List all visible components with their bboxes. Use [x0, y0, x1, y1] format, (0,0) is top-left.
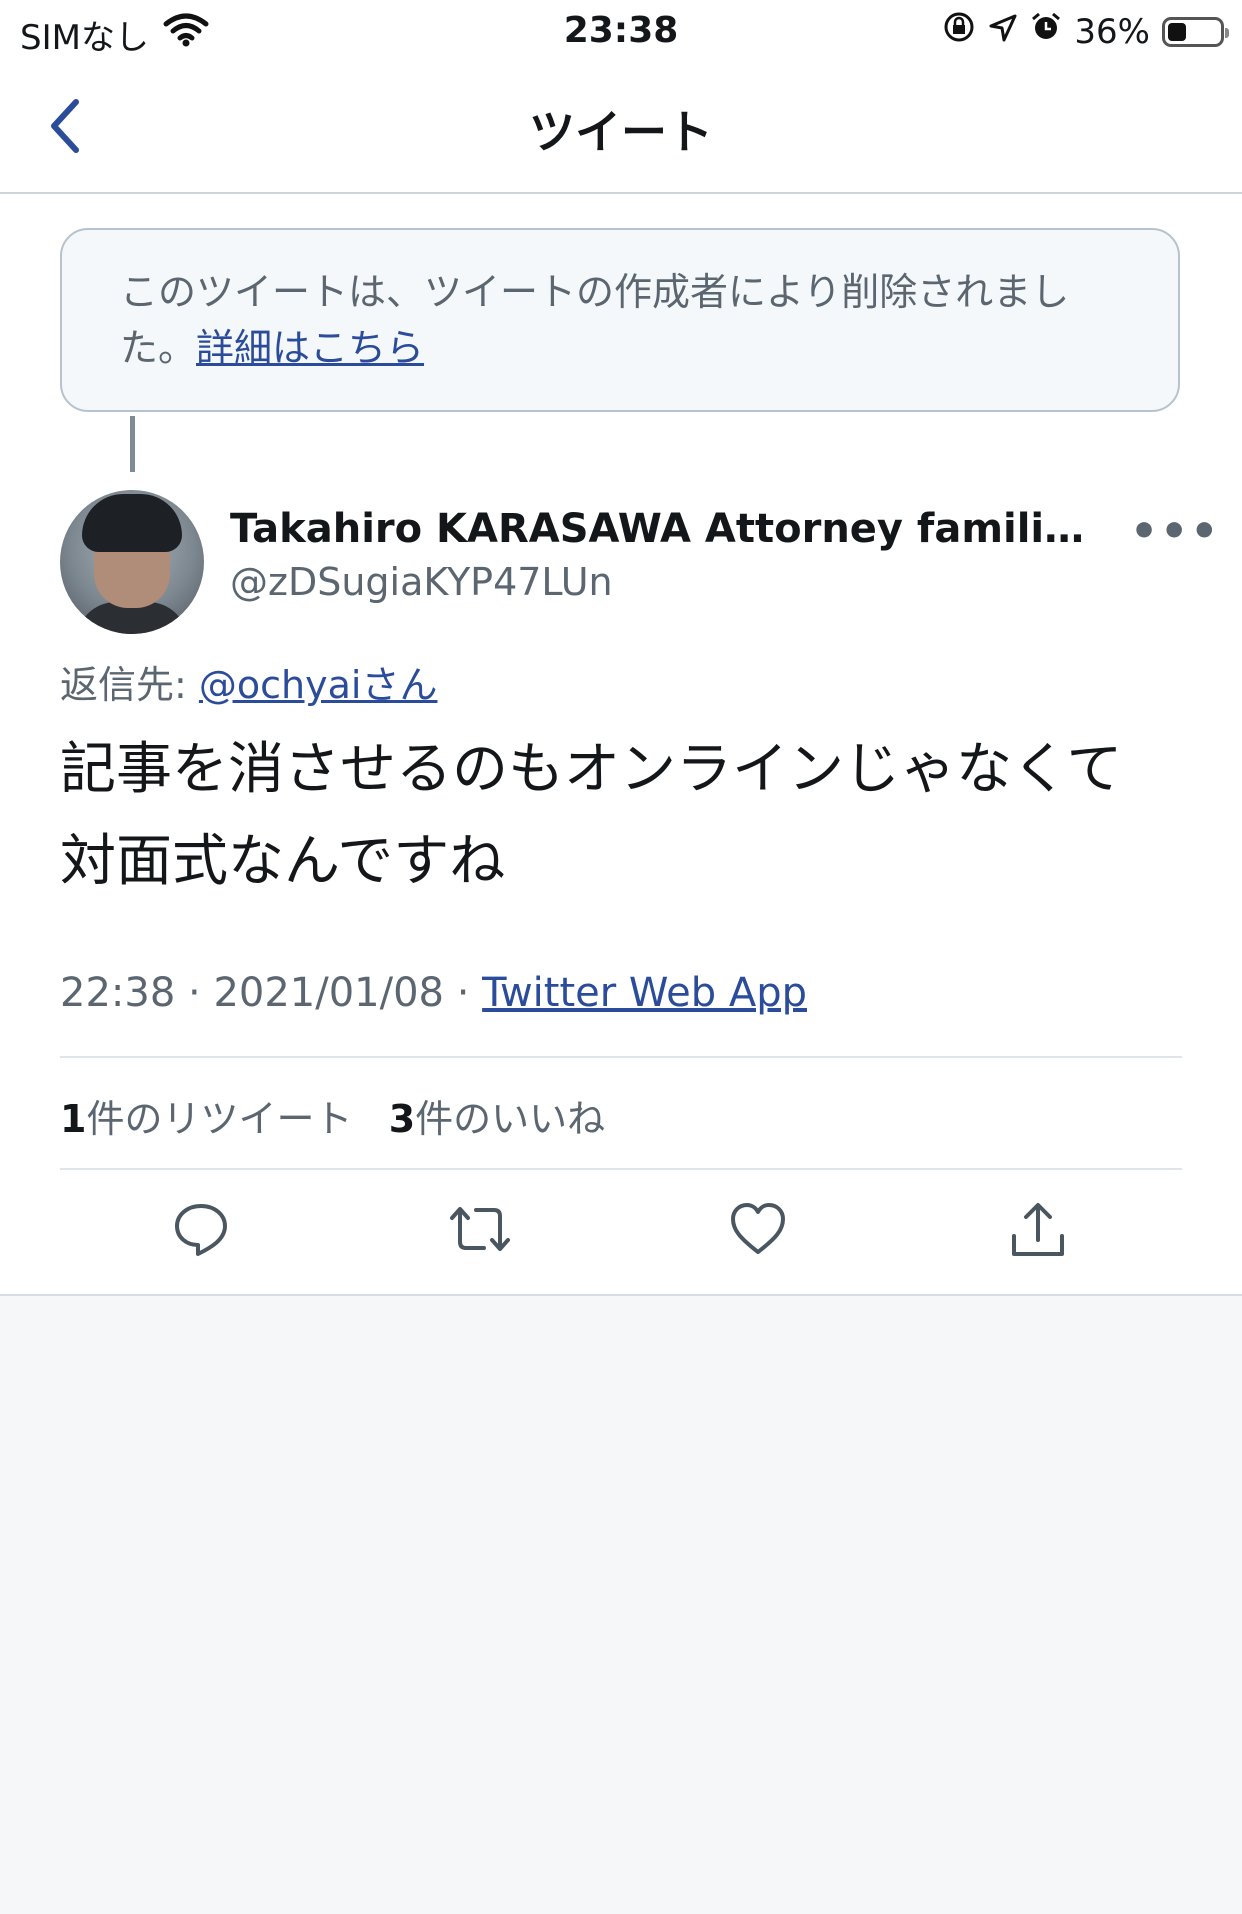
tweet-stats: 1件のリツイート 3件のいいね	[60, 1088, 605, 1143]
reply-to-link[interactable]: @ochyaiさん	[199, 663, 438, 707]
tweet-time: 22:38	[60, 970, 176, 1016]
tweet-meta: 22:38 · 2021/01/08 · Twitter Web App	[60, 970, 807, 1016]
retweet-icon[interactable]	[446, 1200, 514, 1262]
reply-to: 返信先: @ochyaiさん	[60, 654, 437, 709]
share-icon[interactable]	[1008, 1200, 1068, 1264]
more-options-icon[interactable]: •••	[1130, 506, 1220, 557]
retweets-label: 件のリツイート	[86, 1097, 353, 1141]
like-heart-icon[interactable]	[728, 1200, 788, 1262]
status-icons: 36%	[942, 10, 1229, 53]
author-name[interactable]: Takahiro KARASAWA Attorney familiar wit.…	[230, 506, 1110, 552]
divider	[60, 1168, 1182, 1170]
tweet-text: 記事を消させるのもオンラインじゃなくて 対面式なんですね	[60, 724, 1190, 908]
alarm-icon	[1030, 11, 1062, 52]
nav-bar: ツイート	[0, 62, 1242, 194]
tweet-text-line: 対面式なんですね	[60, 829, 506, 894]
likes-stat[interactable]: 3件のいいね	[389, 1097, 605, 1141]
deleted-tweet-notice: このツイートは、ツイートの作成者により削除されました。詳細はこちら	[60, 228, 1180, 412]
battery-icon	[1162, 16, 1229, 47]
meta-separator: ·	[443, 970, 483, 1016]
location-icon	[988, 12, 1018, 52]
divider	[60, 1056, 1182, 1058]
reply-icon[interactable]	[172, 1200, 230, 1262]
tweet-source-link[interactable]: Twitter Web App	[482, 970, 807, 1016]
tweet-actions	[0, 1194, 1242, 1274]
tweet-detail: このツイートは、ツイートの作成者により削除されました。詳細はこちら Takahi…	[0, 194, 1242, 1296]
status-bar: SIMなし 23:38 36%	[0, 0, 1242, 62]
likes-label: 件のいいね	[415, 1097, 606, 1141]
thread-connector	[130, 416, 135, 472]
author-handle[interactable]: @zDSugiaKYP47LUn	[230, 560, 613, 604]
page-title: ツイート	[529, 105, 713, 159]
battery-fill	[1168, 22, 1186, 41]
battery-percent: 36%	[1074, 11, 1150, 52]
likes-count: 3	[388, 1097, 416, 1141]
meta-separator: ·	[175, 970, 214, 1016]
orientation-lock-icon	[942, 10, 976, 53]
retweets-stat[interactable]: 1件のリツイート	[60, 1097, 352, 1141]
tweet-text-line: 記事を消させるのもオンラインじゃなくて	[60, 737, 1123, 802]
reply-to-label: 返信先:	[60, 663, 199, 707]
avatar[interactable]	[60, 490, 204, 634]
avatar-hair	[82, 494, 182, 552]
tweet-date: 2021/01/08	[213, 970, 444, 1016]
retweets-count: 1	[60, 1097, 87, 1141]
learn-more-link[interactable]: 詳細はこちら	[196, 326, 424, 370]
